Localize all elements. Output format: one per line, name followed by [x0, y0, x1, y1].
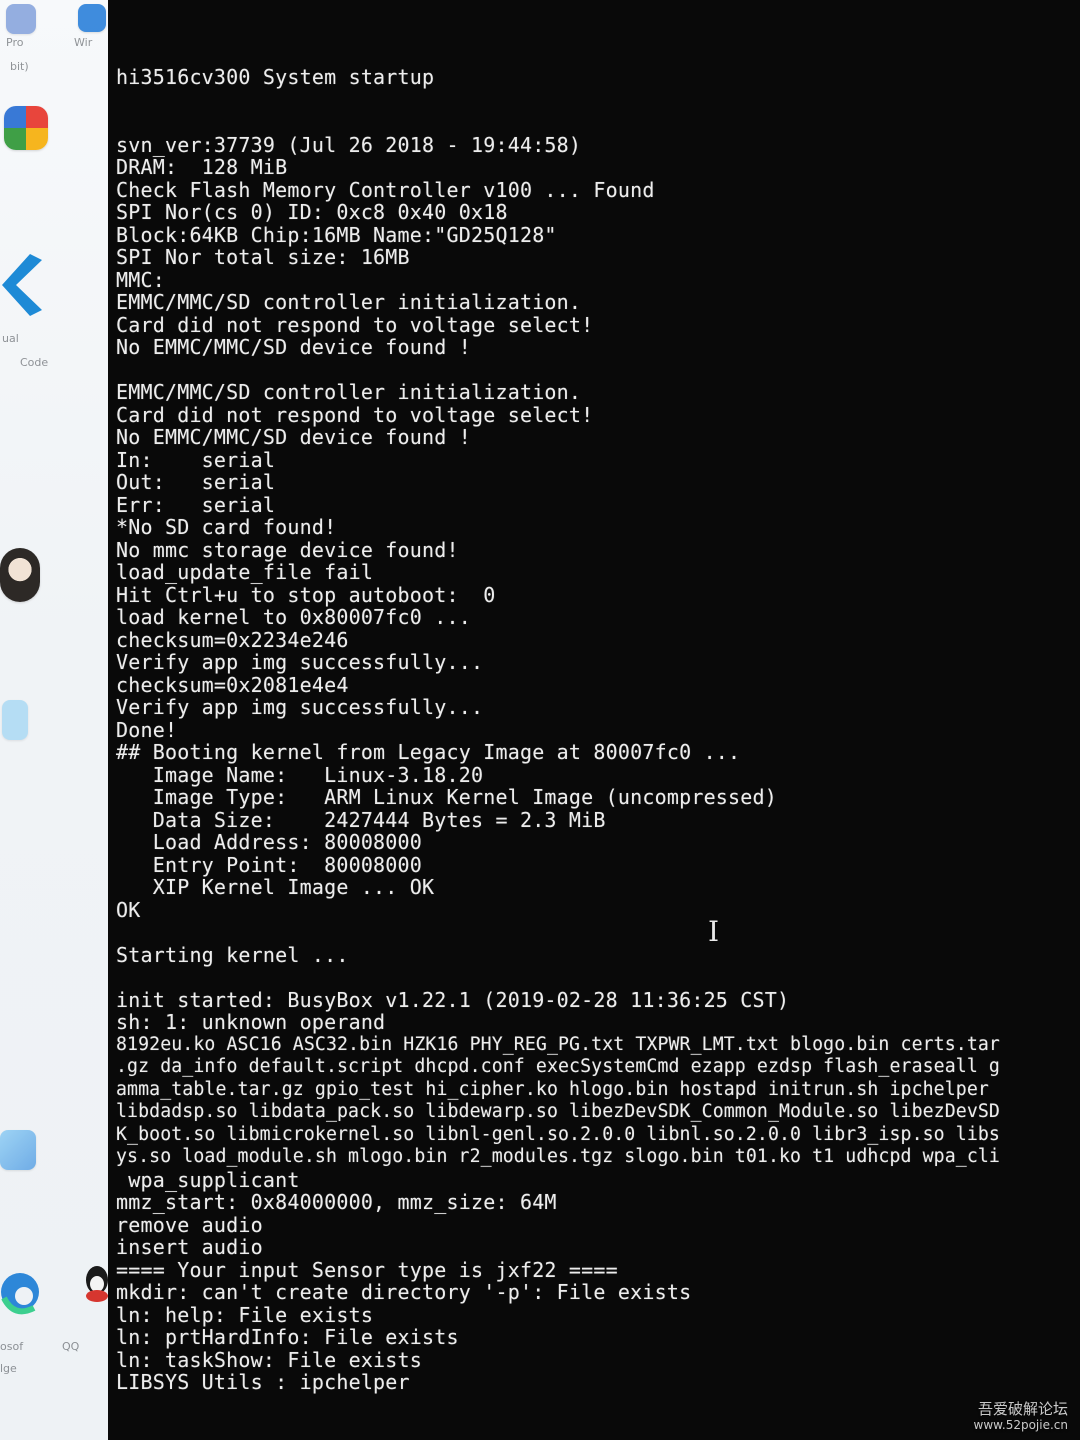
- console-line: Check Flash Memory Controller v100 ... F…: [116, 177, 655, 202]
- console-line: Err: serial: [116, 492, 276, 517]
- console-line: Verify app img successfully...: [116, 650, 484, 674]
- console-line: Out: serial: [116, 470, 276, 494]
- console-line: sh: 1: unknown operand: [116, 1010, 386, 1034]
- console-line: load_update_file fail: [116, 560, 374, 584]
- console-line: remove audio: [116, 1212, 263, 1237]
- console-line: Card did not respond to voltage select!: [116, 312, 594, 337]
- console-line: load kernel to 0x80007fc0 ...: [116, 605, 471, 629]
- console-line: hi3516cv300 System startup: [116, 65, 435, 89]
- console-line: checksum=0x2234e246: [116, 627, 349, 652]
- console-line: wpa_supplicant: [116, 1167, 300, 1192]
- console-line: EMMC/MMC/SD controller initialization.: [116, 380, 582, 404]
- console-line: ## Booting kernel from Legacy Image at 8…: [116, 740, 741, 764]
- console-line: SPI Nor(cs 0) ID: 0xc8 0x40 0x18: [116, 200, 508, 224]
- console-line: MMC:: [116, 267, 165, 292]
- blue-app-icon[interactable]: [2, 700, 28, 740]
- console-line: ln: prtHardInfo: File exists: [116, 1325, 459, 1349]
- console-line: No mmc storage device found!: [116, 537, 459, 562]
- console-line: checksum=0x2081e4e4: [116, 672, 349, 697]
- site-watermark: 吾爱破解论坛 www.52pojie.cn: [974, 1400, 1068, 1432]
- console-line: Starting kernel ...: [116, 942, 349, 967]
- vscode-icon[interactable]: [2, 252, 42, 318]
- boot-console: hi3516cv300 System startup svn_ver:37739 …: [108, 0, 1080, 1440]
- console-line: K_boot.so libmicrokernel.so libnl-genl.s…: [116, 1123, 1000, 1145]
- qq-icon[interactable]: [84, 1264, 110, 1306]
- watermark-title: 吾爱破解论坛: [977, 1400, 1068, 1418]
- console-line: Verify app img successfully...: [116, 695, 484, 719]
- console-line: OK: [116, 897, 141, 922]
- desktop-sublabel-edge: lge: [0, 1362, 17, 1375]
- desktop-sublabel-vscode: Code: [20, 356, 49, 369]
- console-line: ==== Your input Sensor type is jxf22 ===…: [116, 1257, 618, 1282]
- console-line: Load Address: 80008000: [116, 830, 423, 854]
- console-line: libdadsp.so libdata_pack.so libdewarp.so…: [116, 1101, 1000, 1122]
- console-line: LIBSYS Utils : ipchelper: [116, 1370, 410, 1394]
- watermark-url: www.52pojie.cn: [973, 1418, 1068, 1432]
- wire-icon[interactable]: [78, 4, 106, 32]
- console-line: Done!: [116, 717, 178, 742]
- console-line: No EMMC/MMC/SD device found !: [116, 425, 471, 449]
- console-line: *No SD card found!: [116, 515, 337, 539]
- text-cursor-icon: I: [708, 915, 720, 948]
- console-line: XIP Kernel Image ... OK: [116, 875, 435, 899]
- console-line: In: serial: [116, 447, 276, 472]
- desktop-label-pro: Pro: [6, 36, 24, 49]
- desktop-label-vscode: ual: [2, 332, 19, 345]
- console-line: DRAM: 128 MiB: [116, 155, 288, 179]
- console-line: Entry Point: 80008000: [116, 852, 423, 877]
- desktop-label-wire: Wir: [74, 36, 93, 49]
- photo-of-monitor: Pro bit) Wir ual Code osof lge QQ hi3516…: [0, 0, 1080, 1440]
- console-line: Block:64KB Chip:16MB Name:"GD25Q128": [116, 222, 557, 247]
- console-line: svn_ver:37739 (Jul 26 2018 - 19:44:58): [116, 132, 582, 157]
- console-line: Image Name: Linux-3.18.20: [116, 762, 484, 787]
- colorful-app-icon[interactable]: [4, 106, 48, 150]
- console-line: .gz da_info default.script dhcpd.conf ex…: [116, 1056, 1000, 1077]
- console-line: 8192eu.ko ASC16 ASC32.bin HZK16 PHY_REG_…: [116, 1033, 1000, 1055]
- console-line: mkdir: can't create directory '-p': File…: [116, 1280, 692, 1304]
- console-line: Card did not respond to voltage select!: [116, 402, 594, 427]
- console-line: ln: help: File exists: [116, 1302, 374, 1327]
- console-line: init started: BusyBox v1.22.1 (2019-02-2…: [116, 987, 790, 1012]
- desktop-icon-strip: Pro bit) Wir ual Code osof lge QQ: [0, 0, 118, 1440]
- edge-icon[interactable]: [0, 1262, 42, 1322]
- console-line: ys.so load_module.sh mlogo.bin r2_module…: [116, 1146, 1000, 1167]
- console-line: Data Size: 2427444 Bytes = 2.3 MiB: [116, 807, 606, 832]
- blue-panel-icon[interactable]: [0, 1130, 36, 1170]
- desktop-label-qq: QQ: [62, 1340, 80, 1353]
- desktop-sublabel-pro: bit): [10, 60, 29, 73]
- console-line: ln: taskShow: File exists: [116, 1347, 423, 1372]
- console-line: SPI Nor total size: 16MB: [116, 245, 410, 269]
- desktop-label-edge: osof: [0, 1340, 24, 1353]
- cat-icon[interactable]: [0, 548, 40, 602]
- console-line: Hit Ctrl+u to stop autoboot: 0: [116, 582, 496, 607]
- console-line: No EMMC/MMC/SD device found !: [116, 335, 471, 359]
- console-line: EMMC/MMC/SD controller initialization.: [116, 290, 582, 314]
- console-line: insert audio: [116, 1235, 263, 1259]
- pro-icon[interactable]: [6, 4, 36, 34]
- console-line: Image Type: ARM Linux Kernel Image (unco…: [116, 785, 778, 809]
- console-line: mmz_start: 0x84000000, mmz_size: 64M: [116, 1190, 557, 1214]
- console-line: amma_table.tar.gz gpio_test hi_cipher.ko…: [116, 1078, 989, 1100]
